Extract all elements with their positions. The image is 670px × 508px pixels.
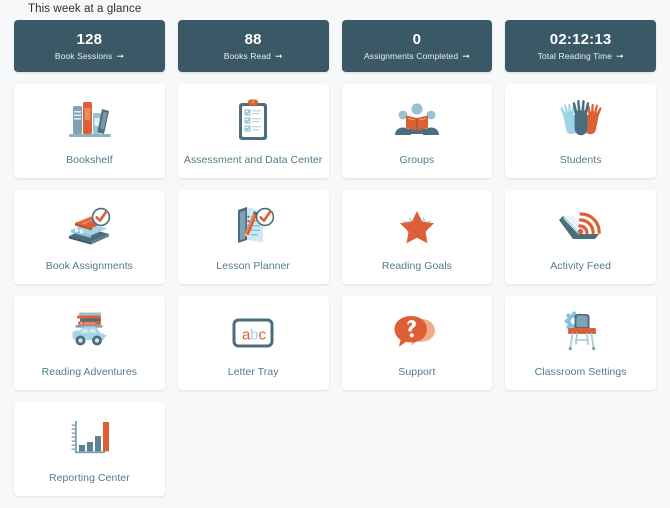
tile-label: Lesson Planner: [216, 260, 290, 272]
stat-label: Books Read: [223, 51, 271, 61]
tile-label: Book Assignments: [45, 260, 133, 272]
tile-students[interactable]: Students: [505, 84, 656, 178]
tile-book-assignments[interactable]: Book Assignments: [14, 190, 165, 284]
tile-lesson-planner[interactable]: Lesson Planner: [177, 190, 329, 284]
svg-text:c: c: [259, 327, 267, 344]
star-icon: [389, 202, 445, 252]
tile-assessment-and-data-center[interactable]: Assessment and Data Center: [177, 84, 329, 178]
tile-label: Reading Goals: [381, 260, 452, 272]
tile-label: Classroom Settings: [534, 366, 627, 378]
tile-label: Assessment and Data Center: [183, 154, 323, 166]
tile-letter-tray[interactable]: a b c Letter Tray: [177, 296, 329, 390]
arrow-right-icon: ➞: [116, 50, 124, 61]
page-title: This week at a glance: [28, 3, 142, 15]
bar-chart-icon: [61, 414, 117, 464]
tile-support[interactable]: Support: [341, 296, 493, 390]
tile-activity-feed[interactable]: Activity Feed: [505, 190, 656, 284]
notebook-pencil-check-icon: [225, 202, 281, 252]
book-rss-icon: [553, 202, 609, 252]
tile-reporting-center[interactable]: Reporting Center: [14, 402, 165, 496]
stat-card-total-reading-time[interactable]: 02:12:13 Total Reading Time ➞: [505, 20, 656, 72]
stat-label: Total Reading Time: [537, 51, 613, 61]
tile-groups[interactable]: Groups: [341, 84, 493, 178]
clipboard-checklist-icon: [225, 96, 281, 146]
stat-label-row: Book Sessions ➞: [55, 51, 124, 61]
tile-label: Bookshelf: [66, 154, 113, 166]
stat-label-row: Total Reading Time ➞: [538, 51, 624, 61]
stat-label-row: Books Read ➞: [224, 51, 283, 61]
tile-label: Reporting Center: [48, 472, 130, 484]
group-reading-icon: [389, 96, 445, 146]
tile-label: Groups: [399, 154, 435, 166]
bookshelf-icon: [61, 96, 117, 146]
car-books-icon: [61, 308, 117, 358]
tile-reading-adventures[interactable]: Reading Adventures: [14, 296, 165, 390]
arrow-right-icon: ➞: [275, 50, 283, 61]
tile-reading-goals[interactable]: Reading Goals: [341, 190, 493, 284]
svg-text:b: b: [250, 327, 258, 344]
tile-bookshelf[interactable]: Bookshelf: [14, 84, 165, 178]
tile-classroom-settings[interactable]: Classroom Settings: [505, 296, 656, 390]
tile-label: Support: [398, 366, 436, 378]
stat-card-assignments-completed[interactable]: 0 Assignments Completed ➞: [341, 20, 493, 72]
raised-hands-icon: [553, 96, 609, 146]
question-speech-bubble-icon: [389, 308, 445, 358]
stat-value: 128: [76, 31, 103, 48]
tile-label: Letter Tray: [227, 366, 279, 378]
arrow-right-icon: ➞: [462, 50, 470, 61]
stat-value: 88: [244, 31, 262, 48]
books-check-icon: [61, 202, 117, 252]
tile-label: Students: [559, 154, 602, 166]
stat-value: 02:12:13: [549, 31, 612, 48]
dashboard-page: This week at a glance 128 Book Sessions …: [0, 0, 670, 508]
stats-grid: 128 Book Sessions ➞ 88 Books Read ➞ 0 As…: [14, 20, 656, 72]
stat-label: Book Sessions: [54, 51, 113, 61]
stat-label-row: Assignments Completed ➞: [364, 51, 470, 61]
stat-label: Assignments Completed: [363, 51, 459, 61]
tiles-grid: Bookshelf Assessment and Data Center Gro…: [14, 84, 656, 496]
stat-value: 0: [412, 31, 422, 48]
arrow-right-icon: ➞: [616, 50, 624, 61]
tile-label: Activity Feed: [550, 260, 611, 272]
abc-frame-icon: a b c: [225, 308, 281, 358]
tile-label: Reading Adventures: [41, 366, 138, 378]
desk-gear-icon: [553, 308, 609, 358]
stat-card-books-read[interactable]: 88 Books Read ➞: [177, 20, 329, 72]
stat-card-book-sessions[interactable]: 128 Book Sessions ➞: [14, 20, 165, 72]
